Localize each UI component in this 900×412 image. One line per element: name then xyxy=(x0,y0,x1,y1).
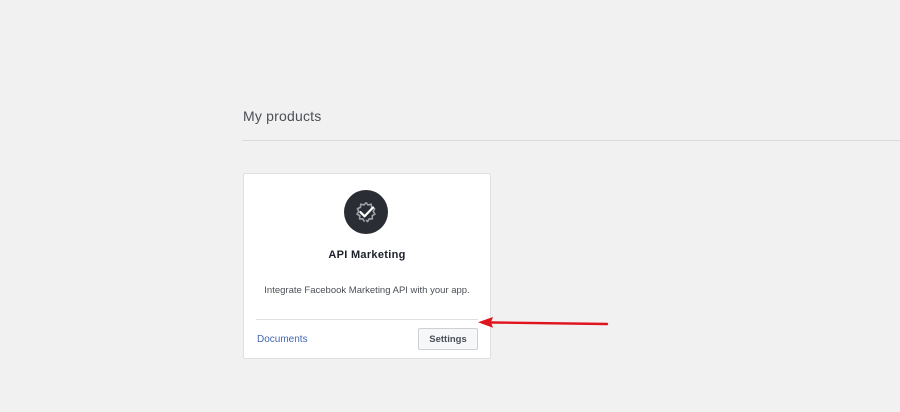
settings-button[interactable]: Settings xyxy=(418,328,478,350)
documents-link[interactable]: Documents xyxy=(257,334,308,345)
product-description: Integrate Facebook Marketing API with yo… xyxy=(264,285,470,296)
card-divider xyxy=(256,319,478,320)
section-divider xyxy=(242,140,900,141)
section-title: My products xyxy=(243,108,322,124)
product-card: API Marketing Integrate Facebook Marketi… xyxy=(243,173,491,359)
product-title: API Marketing xyxy=(328,249,406,261)
page: My products API Marketing Integrate Face… xyxy=(0,0,900,412)
annotation-arrow-icon xyxy=(478,317,609,328)
gear-check-icon xyxy=(344,190,388,234)
